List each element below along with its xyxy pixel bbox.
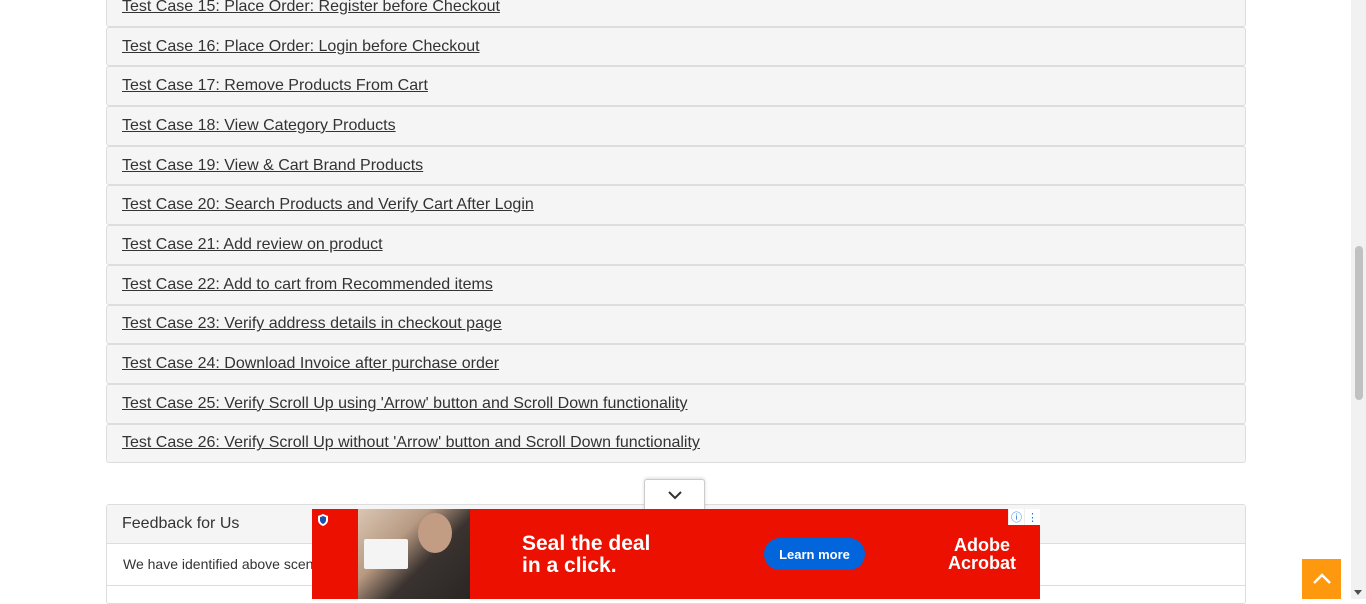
test-case-item: Test Case 24: Download Invoice after pur… xyxy=(106,344,1246,384)
test-case-item: Test Case 25: Verify Scroll Up using 'Ar… xyxy=(106,383,1246,424)
test-case-item: Test Case 26: Verify Scroll Up without '… xyxy=(106,423,1246,464)
info-icon[interactable]: ⓘ xyxy=(1008,509,1024,525)
test-case-item: Test Case 16: Place Order: Login before … xyxy=(106,26,1246,67)
ad-headline: Seal the deal in a click. xyxy=(522,533,650,577)
ad-headline-line2: in a click. xyxy=(522,554,617,577)
ad-controls: ⓘ ⋮ xyxy=(1008,509,1040,526)
test-case-item: Test Case 15: Place Order: Register befo… xyxy=(106,0,1246,27)
ad-brand-line2: Acrobat xyxy=(947,553,1016,573)
test-case-link[interactable]: Test Case 26: Verify Scroll Up without '… xyxy=(122,434,700,452)
ad-headline-line1: Seal the deal xyxy=(522,532,651,555)
chevron-down-icon xyxy=(667,491,682,500)
learn-more-button[interactable]: Learn more xyxy=(764,538,865,570)
test-case-item: Test Case 20: Search Products and Verify… xyxy=(106,185,1246,226)
kebab-menu-icon[interactable]: ⋮ xyxy=(1024,509,1040,525)
ad-brand: Adobe Acrobat xyxy=(948,536,1016,572)
test-case-link[interactable]: Test Case 18: View Category Products xyxy=(122,117,396,135)
test-case-item: Test Case 17: Remove Products From Cart xyxy=(106,66,1246,107)
shield-icon xyxy=(318,514,328,526)
test-case-list: Test Case 15: Place Order: Register befo… xyxy=(106,0,1246,464)
test-case-link[interactable]: Test Case 20: Search Products and Verify… xyxy=(122,196,534,214)
test-case-link[interactable]: Test Case 17: Remove Products From Cart xyxy=(122,77,428,95)
signature-card xyxy=(364,539,408,569)
ad-brand-line1: Adobe xyxy=(953,535,1010,555)
ad-collapse-toggle[interactable] xyxy=(644,479,705,510)
test-case-link[interactable]: Test Case 23: Verify address details in … xyxy=(122,315,502,333)
ad-banner[interactable]: Seal the deal in a click. Learn more Ado… xyxy=(312,509,1040,599)
test-case-link[interactable]: Test Case 25: Verify Scroll Up using 'Ar… xyxy=(122,395,687,413)
test-case-item: Test Case 19: View & Cart Brand Products xyxy=(106,145,1246,186)
test-case-item: Test Case 23: Verify address details in … xyxy=(106,304,1246,345)
test-case-item: Test Case 21: Add review on product xyxy=(106,225,1246,265)
person-face xyxy=(418,513,452,553)
scroll-down-arrow-icon[interactable] xyxy=(1354,590,1362,595)
test-case-link[interactable]: Test Case 19: View & Cart Brand Products xyxy=(122,157,423,175)
test-case-link[interactable]: Test Case 21: Add review on product xyxy=(122,236,383,254)
test-case-link[interactable]: Test Case 15: Place Order: Register befo… xyxy=(122,0,500,16)
test-case-item: Test Case 18: View Category Products xyxy=(106,106,1246,146)
page-scrollbar[interactable] xyxy=(1351,0,1366,599)
scrollbar-thumb[interactable] xyxy=(1355,246,1363,400)
chevron-up-icon xyxy=(1312,573,1331,584)
ad-photo xyxy=(358,509,470,599)
test-case-link[interactable]: Test Case 16: Place Order: Login before … xyxy=(122,38,480,56)
test-case-item: Test Case 22: Add to cart from Recommend… xyxy=(106,264,1246,305)
scroll-up-button[interactable] xyxy=(1302,559,1341,599)
test-case-link[interactable]: Test Case 24: Download Invoice after pur… xyxy=(122,355,499,373)
test-case-link[interactable]: Test Case 22: Add to cart from Recommend… xyxy=(122,276,493,294)
